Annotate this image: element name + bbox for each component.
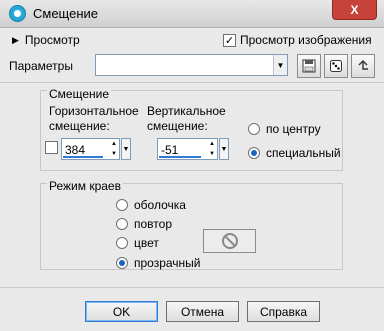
random-preset-button[interactable] <box>324 54 348 78</box>
spin-up-icon[interactable]: ▲ <box>209 141 215 147</box>
divider <box>0 82 384 83</box>
radio-selected-icon <box>116 257 128 269</box>
vertical-label-line1: Вертикальное <box>147 104 226 118</box>
chevron-down-icon: ▼ <box>220 145 228 153</box>
reset-preset-button[interactable] <box>351 54 375 78</box>
spin-up-icon[interactable]: ▲ <box>111 141 117 147</box>
help-button[interactable]: Справка <box>247 301 320 322</box>
horizontal-label-line2: смещение: <box>49 119 110 133</box>
slider-track[interactable] <box>63 156 103 158</box>
close-button[interactable]: X <box>332 0 377 20</box>
title-bar: Смещение X <box>0 0 384 28</box>
cancel-button[interactable]: Отмена <box>166 301 239 322</box>
image-preview-label: Просмотр изображения <box>240 33 372 47</box>
edge-radio-transparent[interactable]: прозрачный <box>116 256 201 270</box>
color-swatch[interactable] <box>203 229 256 253</box>
radio-button-icon <box>116 237 128 249</box>
expand-arrow-icon: ▶ <box>12 34 19 45</box>
radio-button-icon <box>116 199 128 211</box>
params-label: Параметры <box>9 59 73 73</box>
spin-down-icon[interactable]: ▼ <box>209 151 215 157</box>
spin-arrows[interactable]: ▲ ▼ <box>207 139 217 159</box>
edge-radio-transparent-label: прозрачный <box>134 256 201 270</box>
link-checkbox[interactable] <box>45 141 58 154</box>
horizontal-label-line1: Горизонтальное <box>49 104 139 118</box>
offset-radio-custom[interactable]: специальный <box>248 146 341 160</box>
vertical-offset-spinbox[interactable]: -51 ▲ ▼ <box>157 138 218 160</box>
params-combobox[interactable]: ▼ <box>95 54 288 76</box>
edge-radio-color[interactable]: цвет <box>116 236 159 250</box>
divider <box>0 287 384 288</box>
offset-group-title: Смещение <box>47 87 112 101</box>
reset-icon <box>358 60 368 70</box>
radio-selected-icon <box>248 147 260 159</box>
radio-button-icon <box>116 218 128 230</box>
horizontal-offset-value: 384 <box>65 143 86 157</box>
chevron-down-icon: ▼ <box>122 145 130 153</box>
spin-down-icon[interactable]: ▼ <box>111 151 117 157</box>
edge-radio-wrap-label: оболочка <box>134 198 186 212</box>
preview-label: Просмотр <box>24 33 80 47</box>
save-icon <box>302 59 316 73</box>
horizontal-dropdown-button[interactable]: ▼ <box>121 138 131 160</box>
horizontal-offset-spinbox[interactable]: 384 ▲ ▼ <box>61 138 120 160</box>
radio-button-icon <box>248 123 260 135</box>
checkbox-checked-icon: ✓ <box>223 33 236 47</box>
chevron-down-icon[interactable]: ▼ <box>273 55 287 75</box>
offset-radio-custom-label: специальный <box>266 146 341 160</box>
vertical-dropdown-button[interactable]: ▼ <box>219 138 229 160</box>
app-icon <box>9 5 26 22</box>
slider-track[interactable] <box>159 156 201 158</box>
window-title: Смещение <box>33 6 99 21</box>
edge-mode-group-title: Режим краев <box>47 179 123 193</box>
ok-button[interactable]: OK <box>85 301 158 322</box>
edge-radio-repeat-label: повтор <box>134 217 172 231</box>
save-preset-button[interactable] <box>297 54 321 78</box>
edge-radio-wrap[interactable]: оболочка <box>116 198 186 212</box>
offset-radio-center[interactable]: по центру <box>248 122 321 136</box>
edge-radio-color-label: цвет <box>134 236 159 250</box>
image-preview-checkbox[interactable]: ✓ Просмотр изображения <box>223 33 372 47</box>
vertical-offset-value: -51 <box>161 143 179 157</box>
vertical-label-line2: смещение: <box>147 119 208 133</box>
spin-arrows[interactable]: ▲ ▼ <box>109 139 119 159</box>
dice-icon <box>330 60 342 72</box>
no-symbol-icon <box>221 233 238 249</box>
preview-toggle[interactable]: ▶ Просмотр <box>12 33 80 47</box>
edge-radio-repeat[interactable]: повтор <box>116 217 172 231</box>
offset-radio-center-label: по центру <box>266 122 321 136</box>
